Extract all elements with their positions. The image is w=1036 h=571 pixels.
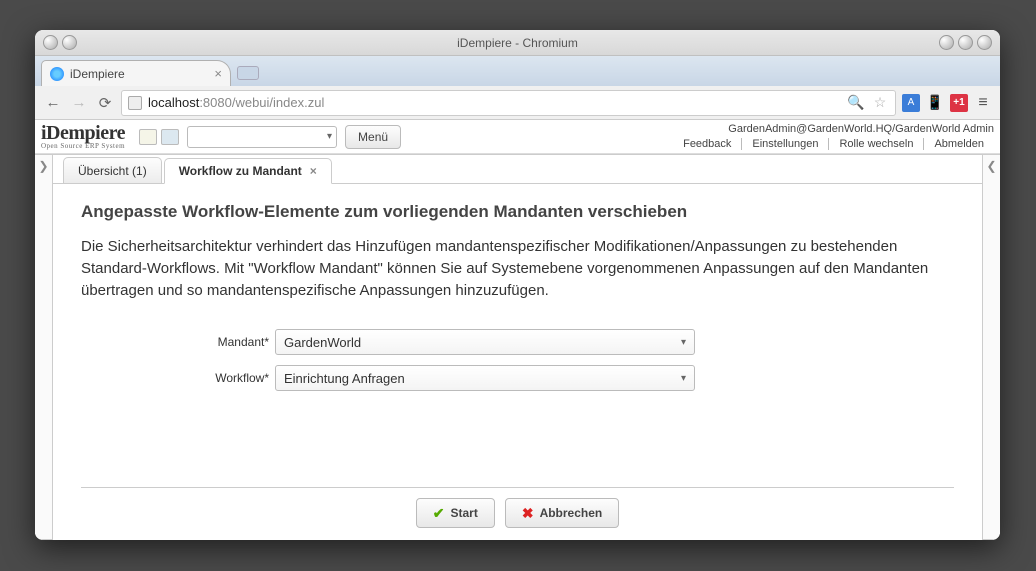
window-icon[interactable] [161,129,179,145]
button-bar: ✔ Start ✖ Abbrechen [81,487,954,528]
google-plus-icon[interactable]: +1 [950,94,968,112]
browser-tabs-row: iDempiere × [35,56,1000,86]
url-text: localhost:8080/webui/index.zul [148,95,324,110]
quick-search-dropdown[interactable]: ▾ [187,126,337,148]
settings-link[interactable]: Einstellungen [742,138,829,150]
document-tabs: Übersicht (1) Workflow zu Mandant × [53,155,982,183]
browser-menu-icon[interactable]: ≡ [974,94,992,112]
site-info-icon[interactable] [128,96,142,110]
tab-overview[interactable]: Übersicht (1) [63,157,162,183]
window-title: iDempiere - Chromium [35,36,1000,50]
cancel-icon: ✖ [522,505,534,522]
new-tab-button[interactable] [237,66,259,80]
change-role-link[interactable]: Rolle wechseln [829,138,924,150]
close-tab-icon[interactable]: × [214,66,222,81]
caret-down-icon: ▾ [327,131,332,142]
toolbar-icons [139,129,179,145]
reload-button[interactable]: ⟳ [95,93,115,113]
close-tab-icon[interactable]: × [310,164,317,178]
address-bar[interactable]: localhost:8080/webui/index.zul 🔍 ☆ [121,90,896,116]
form: Mandant* GardenWorld ▾ Workflow* Einrich… [181,329,954,401]
feedback-link[interactable]: Feedback [673,138,742,150]
forward-button[interactable]: → [69,93,89,113]
app-header: iDempiere Open Source ERP System ▾ Menü … [35,120,1000,154]
app-body: ❯ Übersicht (1) Workflow zu Mandant × An… [35,154,1000,540]
workflow-label: Workflow* [181,371,269,385]
favicon-icon [50,67,64,81]
back-button[interactable]: ← [43,93,63,113]
page-description: Die Sicherheitsarchitektur verhindert da… [81,236,954,301]
mandant-select[interactable]: GardenWorld ▾ [275,329,695,355]
workflow-select[interactable]: Einrichtung Anfragen ▾ [275,365,695,391]
caret-down-icon: ▾ [681,337,686,348]
center-panel: Übersicht (1) Workflow zu Mandant × Ange… [53,154,982,540]
browser-tab-title: iDempiere [70,67,125,81]
start-button[interactable]: ✔ Start [416,498,495,528]
check-icon: ✔ [433,505,445,522]
user-info: GardenAdmin@GardenWorld.HQ/GardenWorld A… [673,123,994,135]
mandant-label: Mandant* [181,335,269,349]
address-bar-row: ← → ⟳ localhost:8080/webui/index.zul 🔍 ☆… [35,86,1000,120]
left-panel-handle[interactable]: ❯ [35,154,53,540]
titlebar: iDempiere - Chromium [35,30,1000,56]
mandant-value: GardenWorld [284,335,361,350]
workflow-value: Einrichtung Anfragen [284,371,405,386]
app-logo: iDempiere Open Source ERP System [41,123,125,150]
translate-icon[interactable]: A [902,94,920,112]
tab-workflow-mandant[interactable]: Workflow zu Mandant × [164,158,332,184]
logout-link[interactable]: Abmelden [924,138,994,150]
page-title: Angepasste Workflow-Elemente zum vorlieg… [81,202,954,222]
bookmark-star-icon[interactable]: ☆ [871,94,889,112]
extension-icon[interactable]: 📱 [926,94,944,112]
right-panel-handle[interactable]: ❮ [982,154,1000,540]
menu-button[interactable]: Menü [345,125,401,149]
new-record-icon[interactable] [139,129,157,145]
browser-tab[interactable]: iDempiere × [41,60,231,86]
app-area: iDempiere Open Source ERP System ▾ Menü … [35,120,1000,540]
document-content: Angepasste Workflow-Elemente zum vorlieg… [53,183,982,540]
os-window: iDempiere - Chromium iDempiere × ← → ⟳ l… [35,30,1000,540]
header-links: Feedback Einstellungen Rolle wechseln Ab… [673,138,994,150]
caret-down-icon: ▾ [681,373,686,384]
cancel-button[interactable]: ✖ Abbrechen [505,498,619,528]
zoom-icon[interactable]: 🔍 [847,94,865,112]
